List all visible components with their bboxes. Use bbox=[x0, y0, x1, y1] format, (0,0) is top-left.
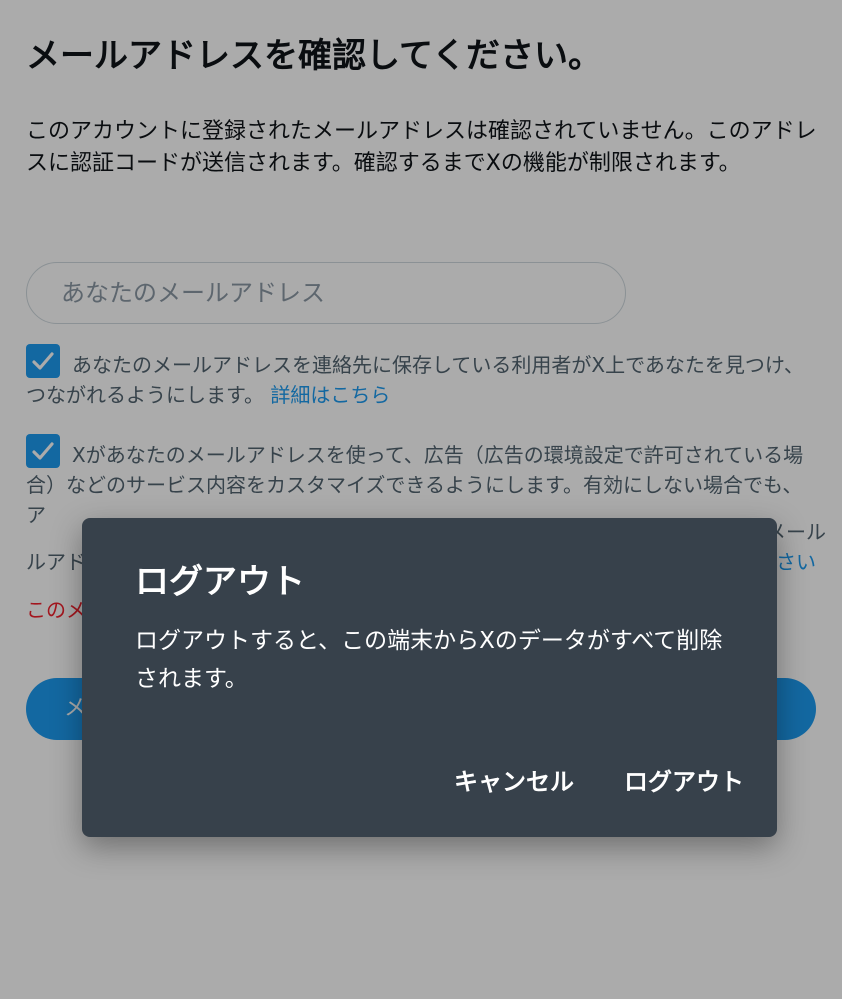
dialog-title: ログアウト bbox=[135, 562, 305, 602]
logout-button[interactable]: ログアウト bbox=[624, 762, 744, 797]
dialog-message: ログアウトすると、この端末からXのデータがすべて削除されます。 bbox=[135, 628, 723, 692]
logout-dialog: ログアウト ログアウトすると、この端末からXのデータがすべて削除されます。 キャ… bbox=[82, 518, 777, 837]
modal-backdrop[interactable] bbox=[0, 0, 842, 999]
dialog-actions: キャンセル ログアウト bbox=[454, 762, 744, 797]
cancel-button[interactable]: キャンセル bbox=[454, 762, 574, 797]
